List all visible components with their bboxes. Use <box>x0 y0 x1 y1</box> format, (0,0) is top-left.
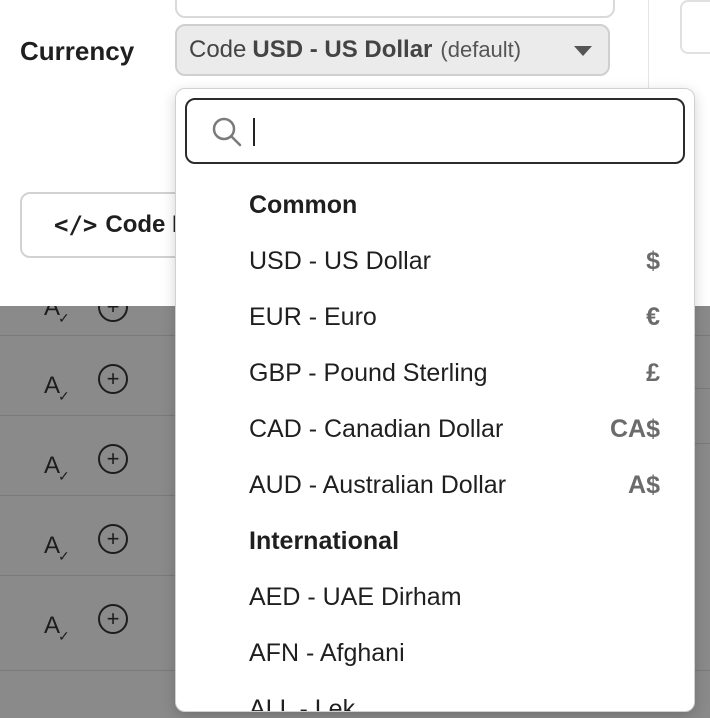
option-label: GBP - Pound Sterling <box>249 359 488 387</box>
default-tag: (default) <box>440 37 522 62</box>
chevron-down-icon[interactable] <box>574 46 592 56</box>
group-header-common: Common <box>249 191 358 219</box>
group-header-international: International <box>249 527 400 555</box>
add-circle-icon[interactable]: + <box>98 444 128 474</box>
search-box[interactable] <box>185 98 685 164</box>
add-circle-icon[interactable]: + <box>98 604 128 634</box>
side-field[interactable] <box>680 0 710 54</box>
option-label: EUR - Euro <box>249 303 377 331</box>
text-format-icon[interactable]: A ✓ <box>44 372 70 404</box>
text-format-icon[interactable]: A ✓ <box>44 612 70 644</box>
table-row: A ✓ + <box>0 444 175 532</box>
text-field[interactable] <box>175 0 615 18</box>
option-symbol: £ <box>646 359 660 387</box>
add-circle-icon[interactable]: + <box>98 364 128 394</box>
option-all[interactable]: ALL - Lek <box>176 681 694 712</box>
option-gbp[interactable]: GBP - Pound Sterling £ <box>176 345 694 401</box>
option-label: ALL - Lek <box>249 695 356 712</box>
code-icon: </> <box>54 211 98 239</box>
option-label: CAD - Canadian Dollar <box>249 415 504 443</box>
text-format-icon[interactable]: A ✓ <box>44 452 70 484</box>
option-symbol: A$ <box>628 471 660 499</box>
divider <box>0 670 175 671</box>
search-input[interactable] <box>249 110 673 154</box>
table-row: A ✓ + <box>0 524 175 612</box>
option-label: AED - UAE Dirham <box>249 583 462 611</box>
option-label: AFN - Afghani <box>249 639 405 667</box>
divider <box>0 335 175 336</box>
option-aed[interactable]: AED - UAE Dirham <box>176 569 694 625</box>
divider <box>0 415 175 416</box>
selected-currency: USD - US Dollar <box>252 36 433 63</box>
option-afn[interactable]: AFN - Afghani <box>176 625 694 681</box>
select-prefix: Code <box>189 36 247 63</box>
text-format-icon[interactable]: A ✓ <box>44 532 70 564</box>
search-icon <box>212 117 242 147</box>
table-row: A ✓ + <box>0 604 175 692</box>
options-list: Common USD - US Dollar $ EUR - Euro € GB… <box>176 177 694 712</box>
add-circle-icon[interactable]: + <box>98 524 128 554</box>
option-label: AUD - Australian Dollar <box>249 471 507 499</box>
option-cad[interactable]: CAD - Canadian Dollar CA$ <box>176 401 694 457</box>
option-usd[interactable]: USD - US Dollar $ <box>176 233 694 289</box>
option-symbol: CA$ <box>609 415 660 443</box>
currency-dropdown: Common USD - US Dollar $ EUR - Euro € GB… <box>175 88 695 712</box>
option-label: USD - US Dollar <box>249 247 431 275</box>
divider <box>0 575 175 576</box>
currency-select[interactable]: Code USD - US Dollar (default) <box>175 24 610 76</box>
divider <box>0 495 175 496</box>
option-symbol: $ <box>646 247 660 275</box>
divider <box>648 0 649 90</box>
option-aud[interactable]: AUD - Australian Dollar A$ <box>176 457 694 513</box>
currency-label: Currency <box>20 36 135 66</box>
table-row: A ✓ + <box>0 364 175 452</box>
option-eur[interactable]: EUR - Euro € <box>176 289 694 345</box>
option-symbol: € <box>646 303 660 331</box>
